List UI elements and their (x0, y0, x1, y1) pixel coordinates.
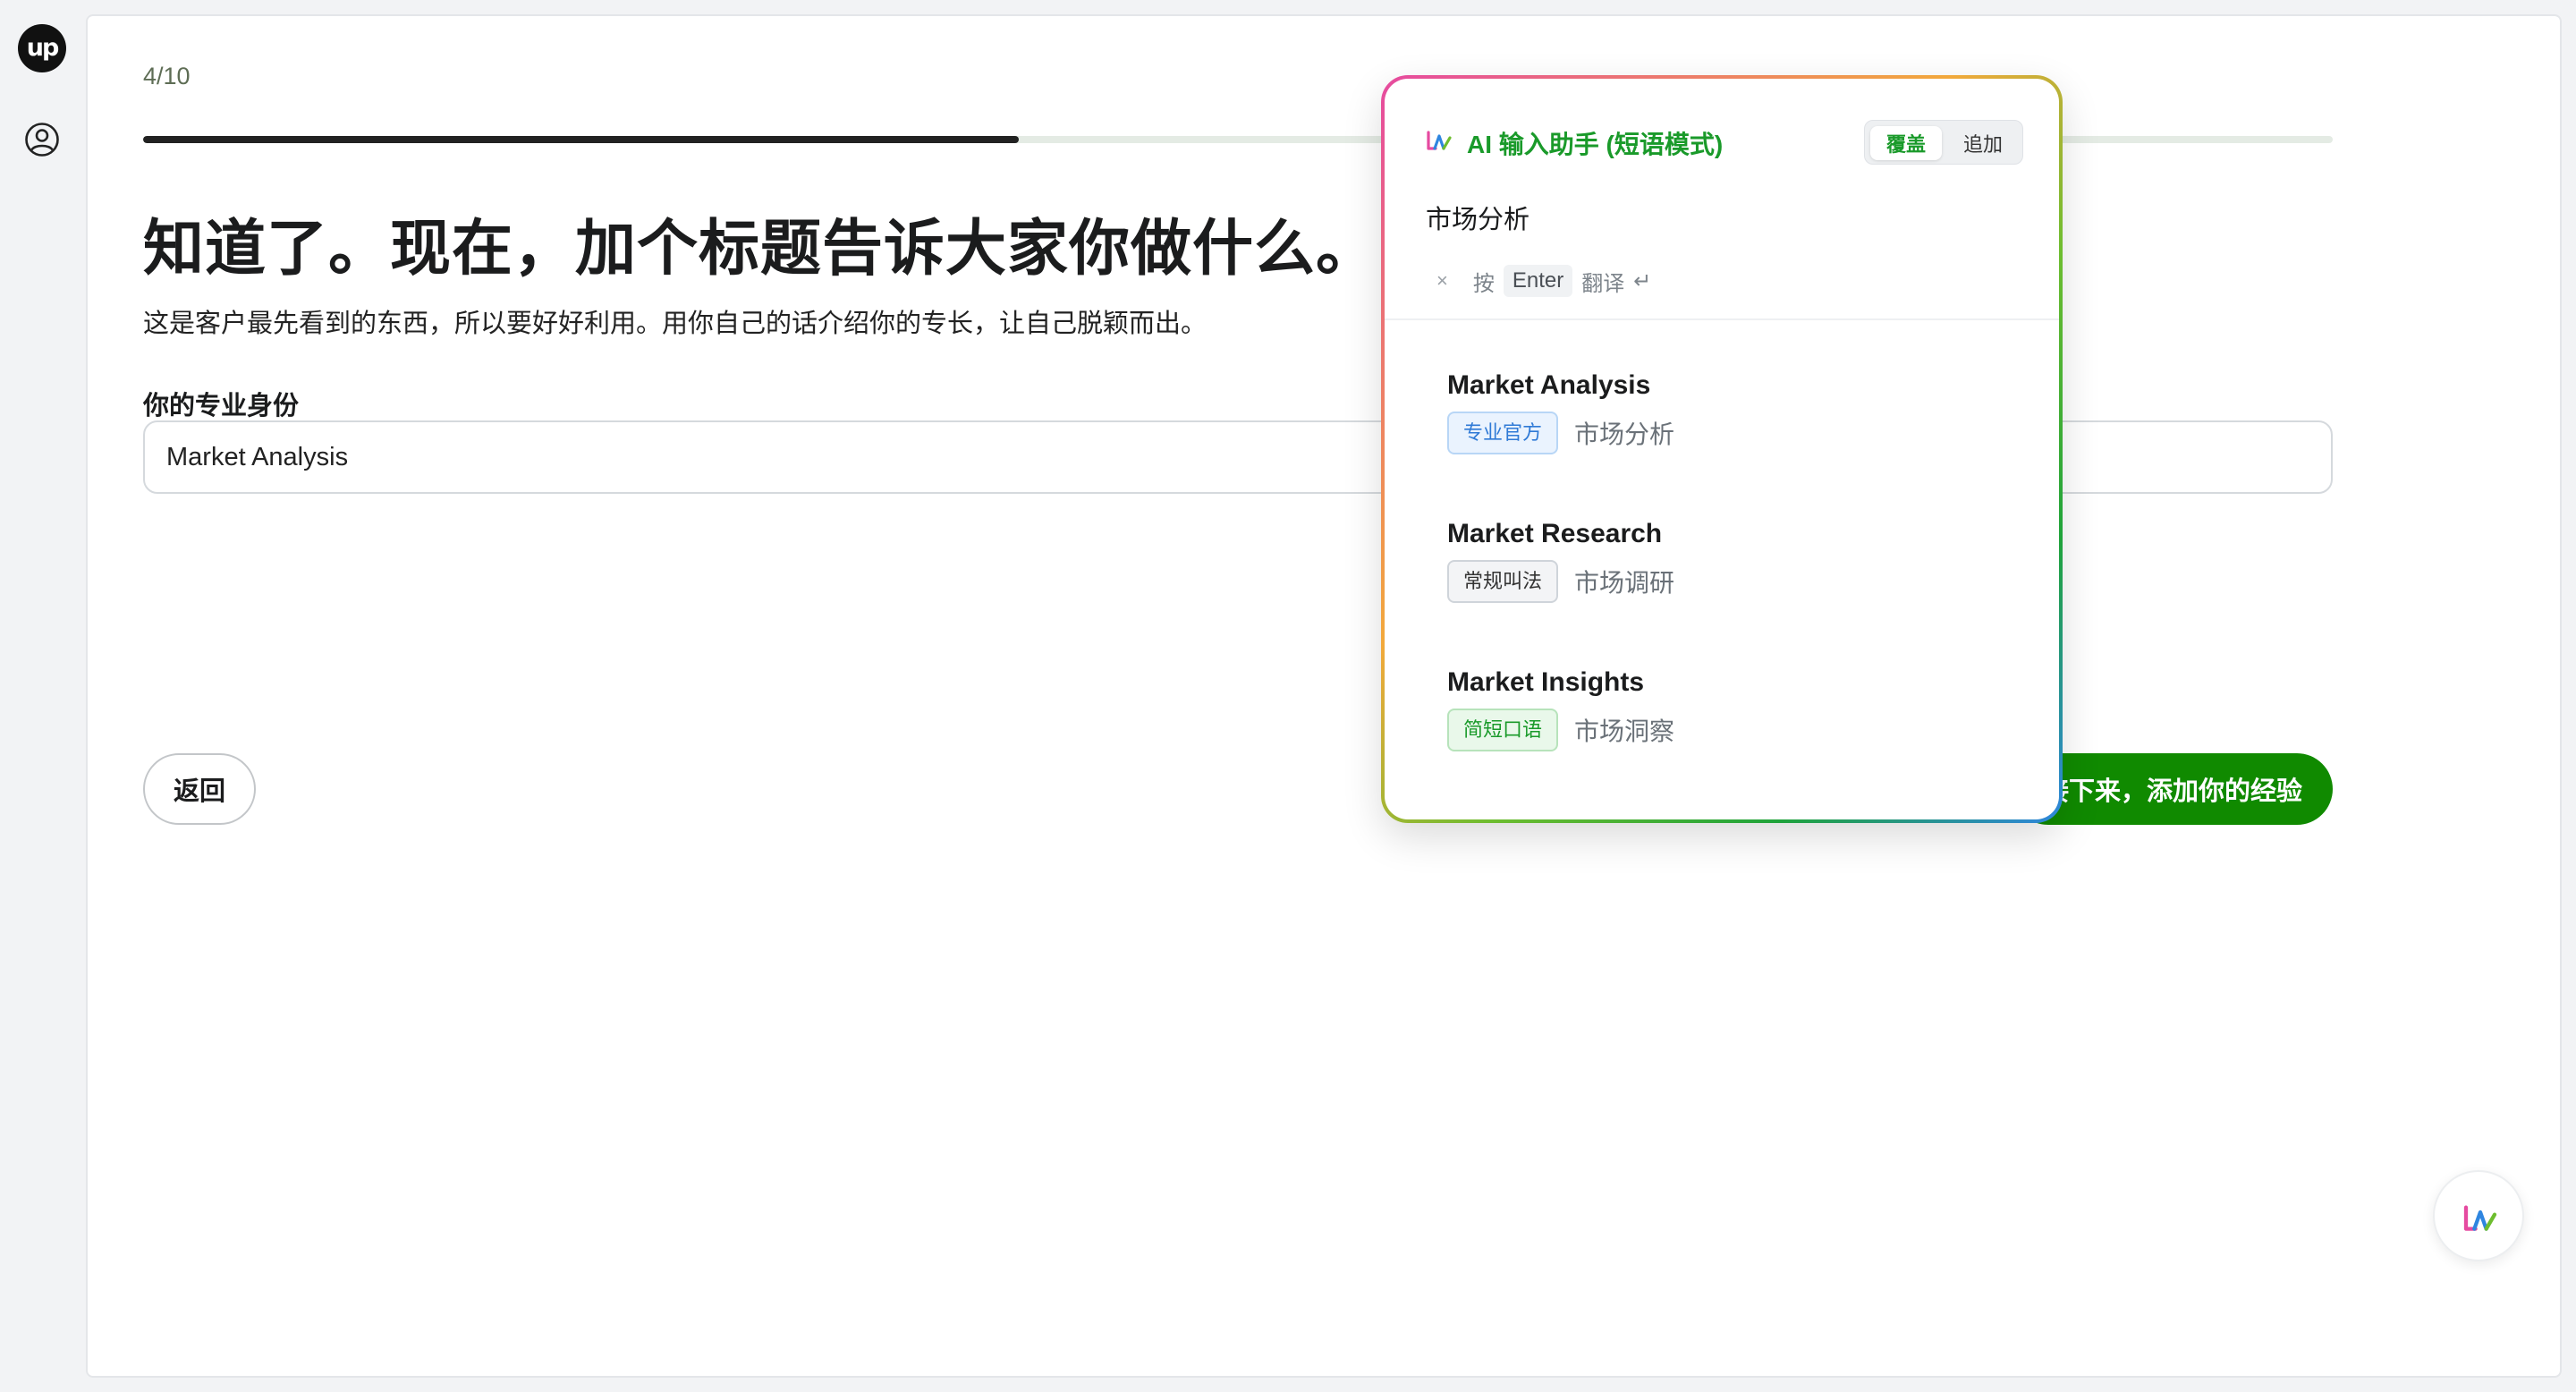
suggestion-chinese: 市场分析 (1574, 420, 1675, 448)
back-button[interactable]: 返回 (143, 753, 256, 825)
suggestion-chinese: 市场洞察 (1574, 717, 1675, 745)
suggestion-tag: 简短口语 (1447, 709, 1559, 751)
suggestion-tag: 专业官方 (1447, 412, 1559, 454)
upwork-logo[interactable]: up (18, 24, 66, 72)
enter-return-icon: ↵ (1633, 268, 1652, 293)
enter-hint: × 按 Enter 翻译 ↵ (1426, 263, 1651, 299)
suggestion-tag: 常规叫法 (1447, 560, 1559, 603)
page-title: 知道了。现在，加个标题告诉大家你做什么。 (143, 215, 1378, 283)
ai-popup-title: AI 输入助手 (短语模式) (1467, 131, 1724, 158)
suggestion-item[interactable]: Market Research 常规叫法 市场调研 (1447, 519, 1674, 603)
suggestion-english: Market Research (1447, 519, 1663, 548)
ai-popup-body: AI 输入助手 (短语模式) 覆盖 追加 市场分析 × 按 Enter 翻译 ↵… (1385, 79, 2059, 819)
mode-toggle: 覆盖 追加 (1864, 120, 2023, 165)
mode-overwrite-button[interactable]: 覆盖 (1870, 126, 1942, 160)
hint-press: 按 (1472, 271, 1495, 296)
suggestion-item[interactable]: Market Insights 简短口语 市场洞察 (1447, 667, 1674, 751)
suggestion-chinese: 市场调研 (1574, 569, 1675, 597)
ai-assistant-logo-icon (1427, 131, 1452, 150)
user-circle-icon[interactable] (24, 122, 60, 157)
suggestion-item[interactable]: Market Analysis 专业官方 市场分析 (1447, 370, 1674, 454)
divider (1385, 318, 2059, 320)
hint-action: 翻译 (1581, 271, 1625, 296)
step-indicator: 4/10 (143, 63, 191, 89)
title-field-label: 你的专业身份 (143, 392, 300, 420)
close-icon[interactable]: × (1436, 269, 1448, 293)
progress-bar-fill (143, 136, 1020, 143)
mode-append-button[interactable]: 追加 (1947, 126, 2019, 160)
suggestion-english: Market Insights (1447, 667, 1645, 697)
enter-key-badge: Enter (1503, 265, 1573, 297)
ai-assistant-fab[interactable] (2433, 1170, 2524, 1261)
suggestion-english: Market Analysis (1447, 370, 1651, 400)
page-subtitle: 这是客户最先看到的东西，所以要好好利用。用你自己的话介绍你的专长，让自己脱颖而出… (143, 310, 1208, 338)
sidebar: up (0, 0, 86, 1392)
ai-assistant-logo-icon (2463, 1205, 2497, 1231)
ai-query-text[interactable]: 市场分析 (1426, 199, 1530, 236)
ai-input-assistant-popup: AI 输入助手 (短语模式) 覆盖 追加 市场分析 × 按 Enter 翻译 ↵… (1381, 75, 2063, 823)
